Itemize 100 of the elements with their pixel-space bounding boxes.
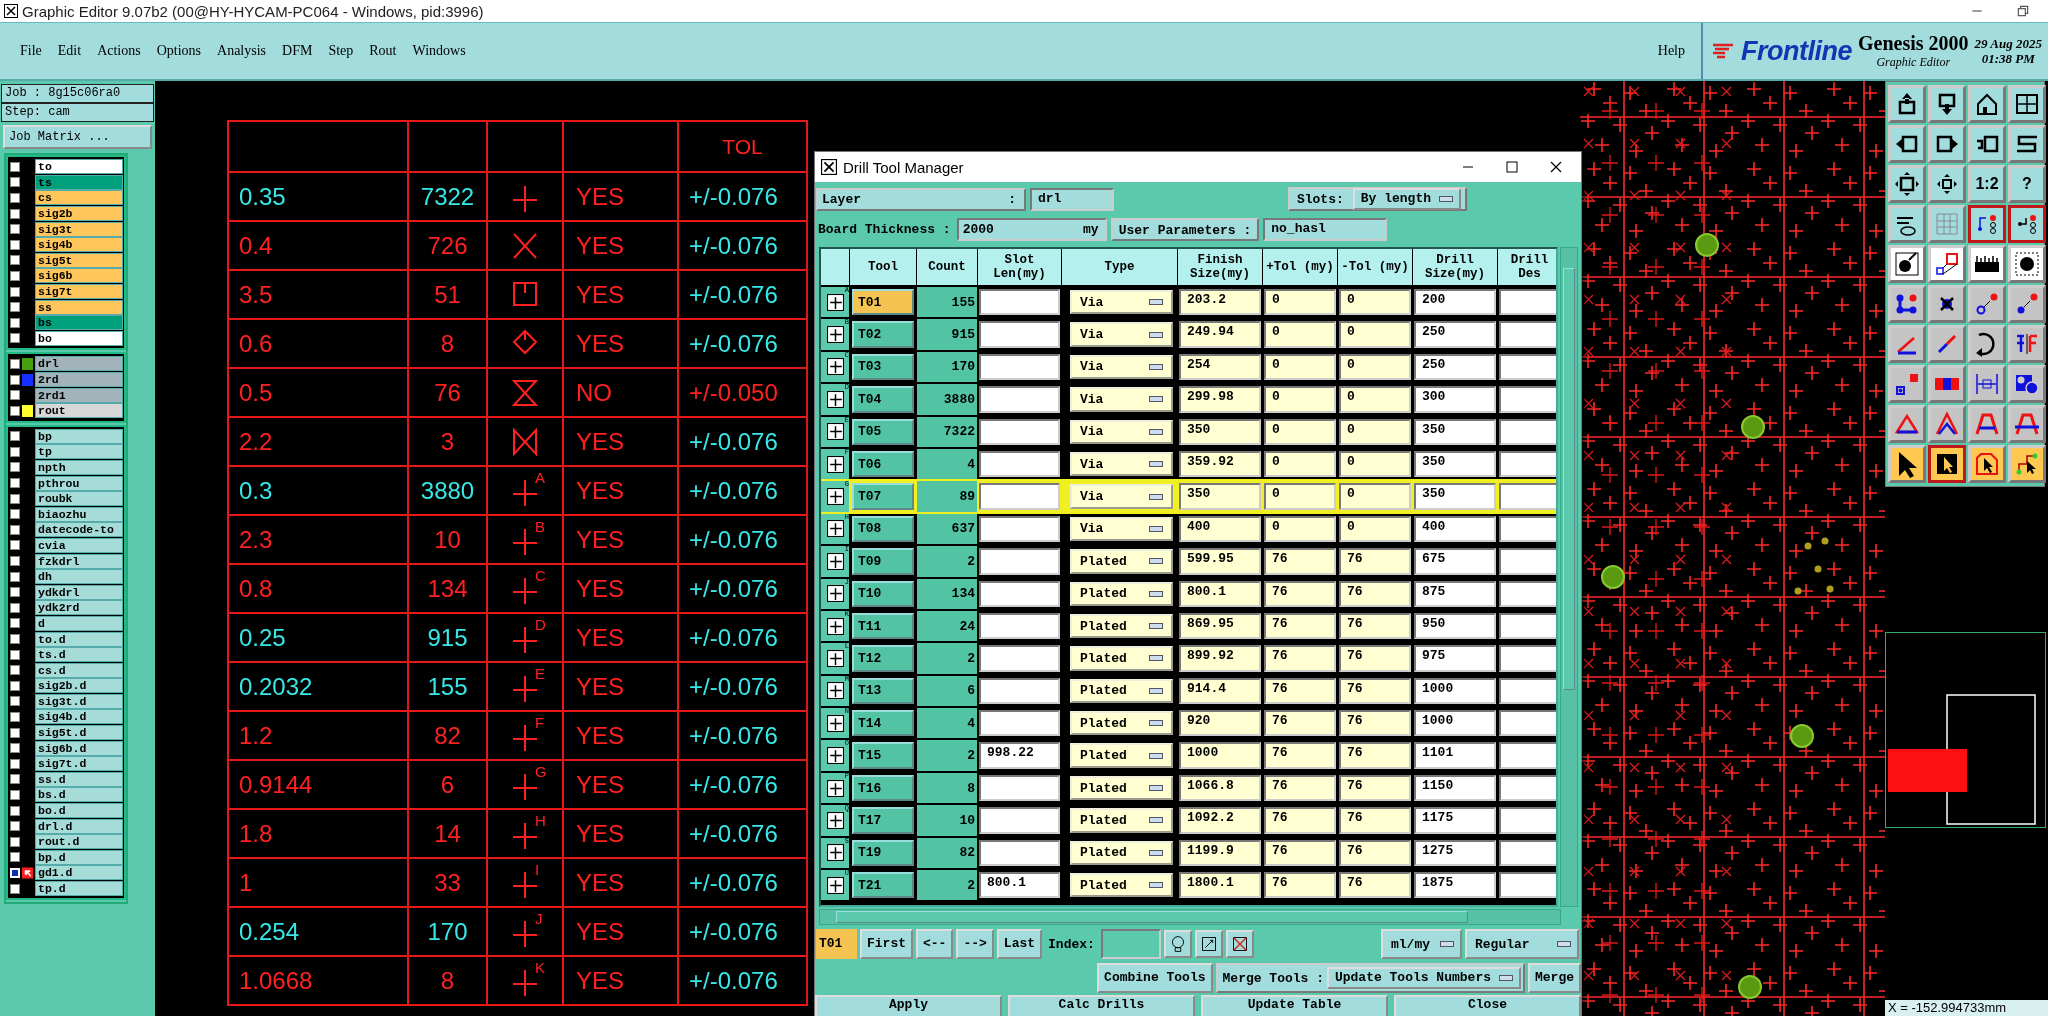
tool-button[interactable]: T11 bbox=[852, 612, 914, 640]
layer-name[interactable]: ts.d bbox=[35, 647, 123, 663]
plus-tol-field[interactable]: 0 bbox=[1264, 386, 1336, 413]
layer-checkbox[interactable] bbox=[10, 317, 20, 328]
tool-button[interactable]: T08 bbox=[852, 515, 914, 543]
drill-des-field[interactable] bbox=[1499, 321, 1557, 348]
refresh-icon[interactable] bbox=[1194, 930, 1223, 958]
drill-des-field[interactable] bbox=[1499, 742, 1557, 769]
drill-des-field[interactable] bbox=[1499, 353, 1557, 381]
tool-button[interactable]: T14 bbox=[852, 710, 914, 737]
type-dropdown[interactable]: Plated bbox=[1070, 808, 1173, 833]
drill-size-field[interactable]: 975 bbox=[1414, 645, 1496, 672]
restore-icon[interactable] bbox=[2016, 4, 2030, 18]
layer-checkbox[interactable] bbox=[10, 883, 20, 894]
plus-tol-field[interactable]: 76 bbox=[1264, 677, 1336, 705]
layer-name[interactable]: sig6b.d bbox=[35, 740, 123, 756]
tool-button[interactable]: T01 bbox=[852, 289, 914, 316]
layer-checkbox[interactable] bbox=[10, 618, 20, 629]
slot-length-field[interactable] bbox=[979, 612, 1060, 640]
minus-tol-field[interactable]: 0 bbox=[1339, 483, 1411, 510]
layer-name[interactable]: tp bbox=[35, 444, 123, 460]
layer-checkbox[interactable] bbox=[10, 493, 20, 504]
layer-name[interactable]: ss bbox=[35, 299, 123, 315]
plus-tol-field[interactable]: 0 bbox=[1264, 418, 1336, 445]
help-menu[interactable]: Help bbox=[1649, 43, 1693, 59]
menu-item[interactable]: Windows bbox=[404, 43, 474, 59]
layer-checkbox[interactable] bbox=[10, 649, 20, 660]
minus-tol-field[interactable]: 76 bbox=[1339, 742, 1411, 769]
layer-name[interactable]: sig3t bbox=[35, 221, 123, 237]
layer-name[interactable]: to bbox=[35, 159, 123, 175]
thickness-field[interactable]: 2000 bbox=[962, 221, 1083, 237]
slot-length-field[interactable] bbox=[979, 548, 1060, 575]
tool-button[interactable]: T13 bbox=[852, 677, 914, 705]
nav-button[interactable]: Last bbox=[996, 929, 1043, 959]
type-dropdown[interactable]: Via bbox=[1070, 322, 1173, 347]
plus-tol-field[interactable]: 76 bbox=[1264, 807, 1336, 834]
layer-checkbox[interactable] bbox=[10, 556, 20, 567]
layer-checkbox[interactable] bbox=[10, 821, 20, 832]
plus-tol-field[interactable]: 76 bbox=[1264, 872, 1336, 899]
drill-des-field[interactable] bbox=[1499, 483, 1557, 510]
layer-name[interactable]: bs.d bbox=[35, 787, 123, 803]
slot-length-field[interactable] bbox=[979, 483, 1060, 510]
slot-length-field[interactable]: 800.1 bbox=[979, 872, 1060, 899]
type-dropdown[interactable]: Plated bbox=[1070, 775, 1173, 801]
layer-checkbox[interactable] bbox=[10, 774, 20, 785]
menu-item[interactable]: Rout bbox=[361, 43, 405, 59]
minus-tol-field[interactable]: 0 bbox=[1339, 353, 1411, 381]
type-dropdown[interactable]: Via bbox=[1070, 451, 1173, 477]
layer-name[interactable]: ydkdrl bbox=[35, 584, 123, 600]
type-dropdown[interactable]: Plated bbox=[1070, 549, 1173, 574]
layer-checkbox[interactable] bbox=[10, 805, 20, 816]
layer-checkbox[interactable] bbox=[10, 446, 20, 457]
plus-tol-field[interactable]: 76 bbox=[1264, 580, 1336, 607]
type-dropdown[interactable]: Via bbox=[1070, 387, 1173, 412]
plus-tol-field[interactable]: 0 bbox=[1264, 289, 1336, 316]
slot-length-field[interactable] bbox=[979, 807, 1060, 834]
minus-tol-field[interactable]: 76 bbox=[1339, 548, 1411, 575]
minus-tol-field[interactable]: 0 bbox=[1339, 386, 1411, 413]
drill-size-field[interactable]: 950 bbox=[1414, 612, 1496, 640]
menu-item[interactable]: Actions bbox=[89, 43, 149, 59]
type-dropdown[interactable]: Via bbox=[1070, 290, 1173, 315]
mode-dropdown[interactable]: Regular bbox=[1465, 929, 1579, 959]
drill-des-field[interactable] bbox=[1499, 548, 1557, 575]
drill-des-field[interactable] bbox=[1499, 386, 1557, 413]
user-parameters-field[interactable]: no_hasl bbox=[1263, 217, 1388, 241]
layer-name[interactable]: 2rd bbox=[35, 372, 123, 387]
layer-checkbox[interactable] bbox=[10, 462, 20, 473]
drill-size-field[interactable]: 350 bbox=[1414, 418, 1496, 445]
layer-name[interactable]: bs bbox=[35, 315, 123, 331]
type-dropdown[interactable]: Via bbox=[1070, 419, 1173, 444]
tool-button[interactable]: T03 bbox=[852, 353, 914, 381]
action-button[interactable]: Apply bbox=[815, 995, 1002, 1016]
tool-button[interactable]: T02 bbox=[852, 321, 914, 348]
drill-size-field[interactable]: 1175 bbox=[1414, 807, 1496, 834]
drill-size-field[interactable]: 250 bbox=[1414, 321, 1496, 348]
drill-size-field[interactable]: 250 bbox=[1414, 353, 1496, 381]
minus-tol-field[interactable]: 0 bbox=[1339, 289, 1411, 316]
layer-field[interactable]: drl bbox=[1030, 187, 1114, 211]
plus-tol-field[interactable]: 76 bbox=[1264, 710, 1336, 737]
type-dropdown[interactable]: Via bbox=[1070, 354, 1173, 380]
layer-checkbox[interactable] bbox=[10, 239, 20, 250]
drill-des-field[interactable] bbox=[1499, 515, 1557, 543]
finish-size-field[interactable]: 1000 bbox=[1179, 742, 1261, 769]
layer-name[interactable]: fzkdrl bbox=[35, 553, 123, 569]
drill-size-field[interactable]: 200 bbox=[1414, 289, 1496, 316]
finish-size-field[interactable]: 254 bbox=[1179, 353, 1261, 381]
units-dropdown[interactable]: ml/my bbox=[1381, 929, 1462, 959]
layer-checkbox[interactable] bbox=[10, 374, 20, 385]
slot-length-field[interactable] bbox=[979, 515, 1060, 543]
type-dropdown[interactable]: Via bbox=[1070, 484, 1173, 509]
layer-name[interactable]: rout bbox=[35, 403, 123, 419]
type-dropdown[interactable]: Plated bbox=[1070, 678, 1173, 704]
menu-item[interactable]: File bbox=[12, 43, 50, 59]
nav-button[interactable]: --> bbox=[956, 929, 994, 959]
layer-name[interactable]: roubk bbox=[35, 491, 123, 507]
layer-name[interactable]: sig2b bbox=[35, 206, 123, 222]
drill-des-field[interactable] bbox=[1499, 418, 1557, 445]
drill-des-field[interactable] bbox=[1499, 645, 1557, 672]
tool-button[interactable]: T04 bbox=[852, 386, 914, 413]
tool-button[interactable]: T10 bbox=[852, 580, 914, 607]
